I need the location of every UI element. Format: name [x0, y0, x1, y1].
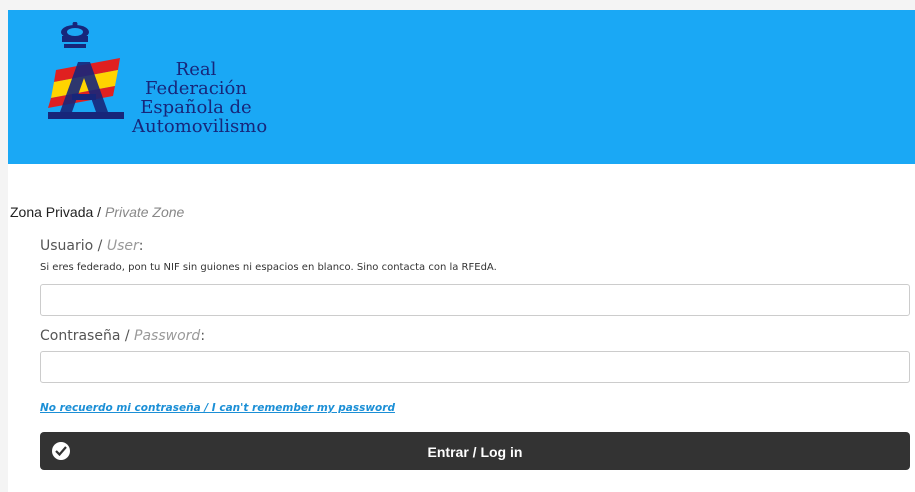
password-label-sep: / — [120, 328, 135, 344]
page: Real Federación Española de Automovilism… — [8, 10, 915, 492]
rfeda-logo[interactable]: Real Federación Española de Automovilism… — [38, 21, 268, 136]
user-label-colon: : — [138, 238, 144, 254]
title-es: Zona Privada — [10, 204, 94, 220]
password-input[interactable] — [40, 351, 910, 383]
user-label: Usuario / User: — [40, 238, 143, 254]
title-en: Private Zone — [104, 204, 185, 220]
user-input[interactable] — [40, 284, 910, 316]
password-label-es: Contraseña — [40, 328, 121, 344]
password-label-colon: : — [200, 328, 206, 344]
login-button[interactable]: Entrar / Log in — [40, 432, 910, 470]
login-button-label: Entrar / Log in — [427, 444, 523, 460]
password-label: Contraseña / Password: — [40, 328, 205, 344]
password-label-en: Password — [134, 328, 201, 344]
forgot-password-link[interactable]: No recuerdo mi contraseña / I can't reme… — [40, 402, 395, 414]
title-sep: / — [93, 204, 105, 220]
logo-line-1: Real Federación — [145, 59, 247, 99]
rfeda-emblem-icon — [48, 21, 124, 119]
page-title: Zona Privada / Private Zone — [10, 204, 184, 220]
user-label-es: Usuario — [40, 238, 94, 254]
logo-text: Real Federación Española de Automovilism… — [132, 59, 268, 137]
logo-line-3: Automovilismo — [132, 116, 268, 137]
header: Real Federación Española de Automovilism… — [8, 10, 915, 164]
user-hint: Si eres federado, pon tu NIF sin guiones… — [40, 262, 497, 273]
logo-line-2: Española de — [140, 97, 252, 118]
user-label-en: User — [106, 238, 139, 254]
user-label-sep: / — [93, 238, 107, 254]
